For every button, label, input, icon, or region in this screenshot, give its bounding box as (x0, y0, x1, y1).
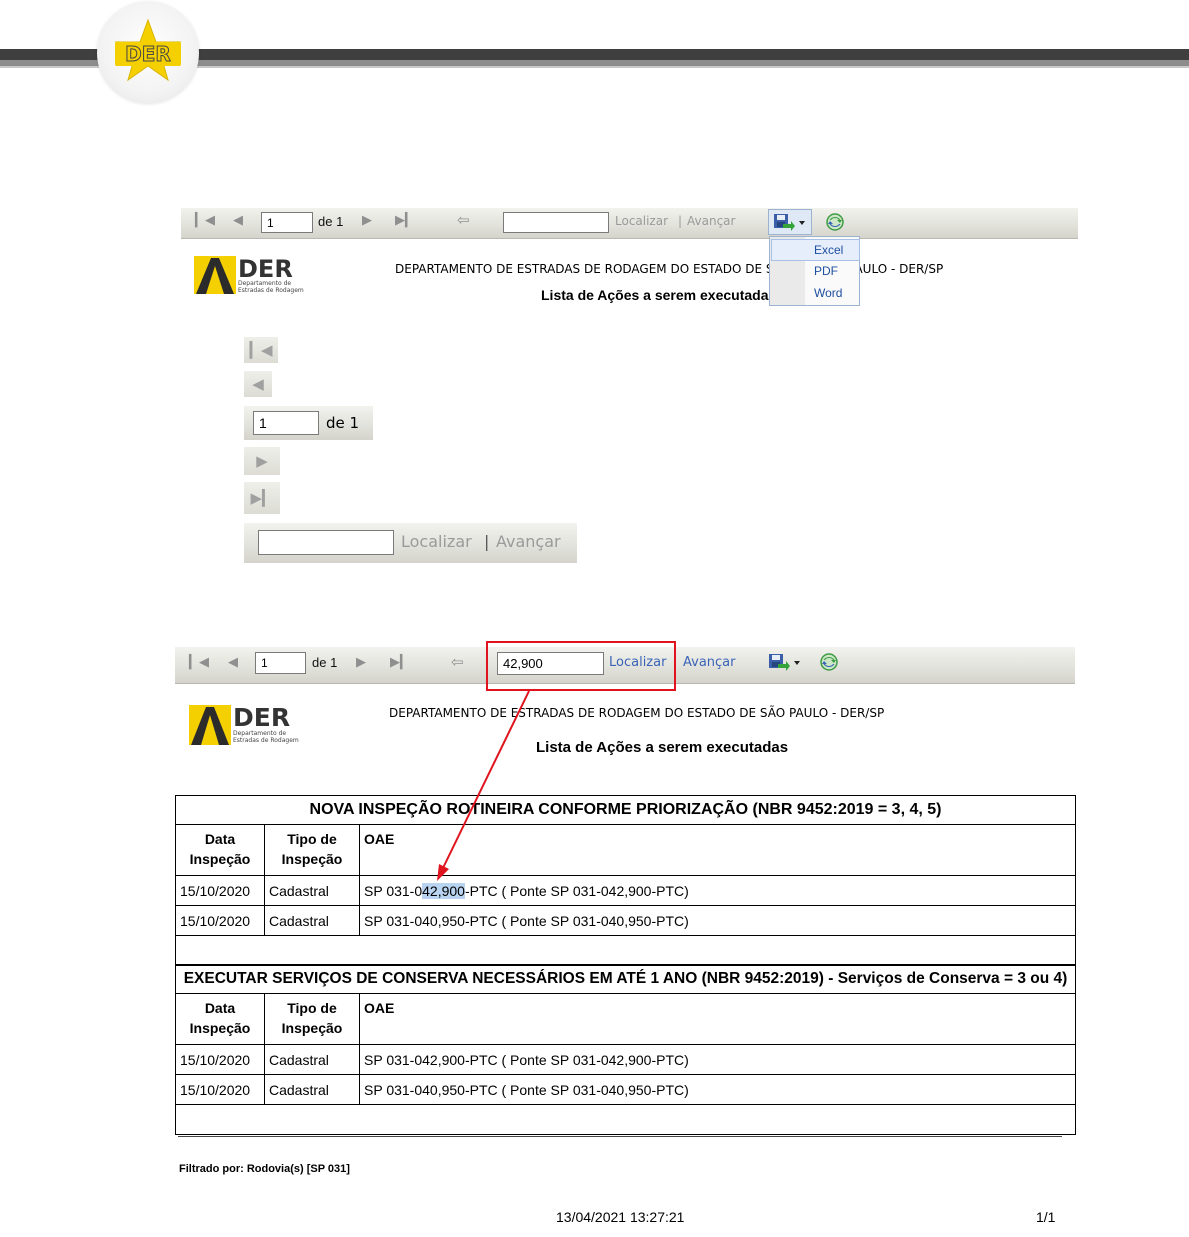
cell-type: Cadastral (264, 875, 360, 906)
department-title-2: DEPARTAMENTO DE ESTRADAS DE RODAGEM DO E… (389, 706, 885, 720)
department-title-1-tail: DEPARTAMENTO DE ESTRADAS DE RODAGEM DO E… (860, 262, 944, 276)
prev-page-button[interactable]: ◀ (244, 371, 272, 397)
der-logo-icon: DER (114, 18, 182, 82)
export-button[interactable] (768, 209, 812, 235)
cell-type: Cadastral (264, 905, 360, 936)
export-button-2[interactable] (767, 651, 807, 679)
report-logo-title-2: DER (233, 703, 291, 732)
find-text-input-zoom[interactable] (258, 530, 394, 555)
find-text-input[interactable] (503, 212, 609, 233)
refresh-icon-2[interactable] (818, 651, 840, 677)
cell-date: 15/10/2020 (175, 905, 265, 936)
table-row: 15/10/2020 Cadastral SP 031-040,950-PTC … (175, 1074, 1076, 1105)
prev-page-icon-2[interactable]: ◀ (228, 655, 238, 671)
export-menu-word[interactable]: Word (771, 283, 860, 305)
table-row: 15/10/2020 Cadastral SP 031-042,900-PTC … (175, 875, 1076, 906)
back-to-parent-icon[interactable]: ⇦ (457, 212, 470, 228)
find-group-zoom: Localizar | Avançar (244, 523, 577, 563)
der-logo: DER (97, 2, 199, 104)
column-header-type: Tipo de Inspeção (264, 993, 360, 1045)
table-spacer (175, 1104, 1076, 1135)
column-header-oae: OAE (359, 824, 1076, 876)
last-page-icon[interactable]: ▶▎ (395, 213, 415, 229)
actions-table-2: EXECUTAR SERVIÇOS DE CONSERVA NECESSÁRIO… (175, 964, 1076, 1135)
refresh-icon[interactable] (824, 211, 846, 237)
department-title-1: DEPARTAMENTO DE ESTRADAS DE RODAGEM DO E… (395, 262, 769, 276)
page-number-input-2[interactable] (255, 652, 306, 674)
back-to-parent-icon-2[interactable]: ⇦ (451, 654, 464, 670)
find-next-link[interactable]: Avançar (687, 214, 735, 228)
cell-type: Cadastral (264, 1044, 360, 1075)
first-page-icon-2[interactable]: ▎◀ (189, 655, 209, 671)
list-title-1: Lista de Ações a serem executadas (541, 287, 769, 303)
der-logo-text: DER (125, 42, 171, 66)
cell-type: Cadastral (264, 1074, 360, 1105)
column-header-type: Tipo de Inspeção (264, 824, 360, 876)
search-highlight-box (486, 641, 676, 691)
next-page-icon[interactable]: ▶ (362, 213, 372, 229)
find-link[interactable]: Localizar (615, 214, 668, 228)
list-title-2: Lista de Ações a serem executadas (536, 739, 789, 756)
next-page-button[interactable]: ▶ (244, 447, 280, 475)
report-toolbar-1: ▎◀ ◀ de 1 ▶ ▶▎ ⇦ Localizar | Avançar (181, 208, 1078, 239)
last-page-icon-2[interactable]: ▶▎ (390, 655, 410, 671)
next-page-icon-2[interactable]: ▶ (356, 655, 366, 671)
column-header-date: Data Inspeção (175, 824, 265, 876)
cell-date: 15/10/2020 (175, 875, 265, 906)
save-disk-icon (774, 214, 805, 231)
cell-oae: SP 031-042,900-PTC ( Ponte SP 031-042,90… (359, 875, 1076, 906)
table-spacer (175, 935, 1076, 966)
report-logo-subtitle: Departamento de Estradas de Rodagem (238, 280, 304, 294)
export-menu-pdf[interactable]: PDF (771, 261, 860, 283)
column-header-date: Data Inspeção (175, 993, 265, 1045)
last-page-button[interactable]: ▶▎ (244, 482, 280, 514)
prev-page-icon[interactable]: ◀ (233, 213, 243, 229)
actions-table-1: NOVA INSPEÇÃO ROTINEIRA CONFORME PRIORIZ… (175, 795, 1076, 966)
page-number-input-zoom[interactable] (253, 411, 319, 435)
search-match-highlight: 42,900 (422, 882, 465, 899)
page-nav-group: de 1 (244, 406, 373, 440)
cell-oae: SP 031-040,950-PTC ( Ponte SP 031-040,95… (359, 1074, 1076, 1105)
cell-date: 15/10/2020 (175, 1074, 265, 1105)
cell-oae: SP 031-042,900-PTC ( Ponte SP 031-042,90… (359, 1044, 1076, 1075)
save-disk-icon-2 (769, 654, 800, 671)
find-next-link-zoom[interactable]: Avançar (496, 532, 561, 551)
page-count-label-zoom: de 1 (326, 414, 360, 432)
find-link-zoom[interactable]: Localizar (401, 532, 472, 551)
first-page-icon[interactable]: ▎◀ (195, 213, 215, 229)
first-page-button[interactable]: ▎◀ (244, 337, 278, 363)
report-logo-2: DER Departamento de Estradas de Rodagem (189, 703, 299, 747)
find-separator-zoom: | (484, 532, 490, 551)
table-row: 15/10/2020 Cadastral SP 031-040,950-PTC … (175, 905, 1076, 936)
report-logo-subtitle-2: Departamento de Estradas de Rodagem (233, 730, 299, 744)
filter-summary: Filtrado por: Rodovia(s) [SP 031] (179, 1163, 350, 1175)
report-logo-1: DER Departamento de Estradas de Rodagem (194, 255, 304, 296)
footer-divider (178, 1136, 1062, 1137)
der-road-logo-icon (194, 256, 236, 294)
export-menu: Excel PDF Word (769, 236, 860, 306)
table-row: 15/10/2020 Cadastral SP 031-042,900-PTC … (175, 1044, 1076, 1075)
table-1-title: NOVA INSPEÇÃO ROTINEIRA CONFORME PRIORIZ… (175, 795, 1076, 825)
column-header-oae: OAE (359, 993, 1076, 1045)
der-road-logo-icon-2 (189, 705, 231, 745)
table-2-title: EXECUTAR SERVIÇOS DE CONSERVA NECESSÁRIO… (175, 964, 1076, 994)
page-count-label: de 1 (318, 214, 344, 229)
page-count-label-2: de 1 (312, 655, 338, 670)
cell-oae: SP 031-040,950-PTC ( Ponte SP 031-040,95… (359, 905, 1076, 936)
page-number-input[interactable] (261, 212, 313, 233)
export-menu-excel[interactable]: Excel (771, 239, 860, 261)
find-next-link-2[interactable]: Avançar (683, 655, 736, 670)
report-page-number: 1/1 (1036, 1209, 1056, 1225)
report-logo-title: DER (238, 255, 293, 283)
find-separator: | (678, 214, 683, 228)
report-timestamp: 13/04/2021 13:27:21 (556, 1209, 685, 1225)
cell-date: 15/10/2020 (175, 1044, 265, 1075)
